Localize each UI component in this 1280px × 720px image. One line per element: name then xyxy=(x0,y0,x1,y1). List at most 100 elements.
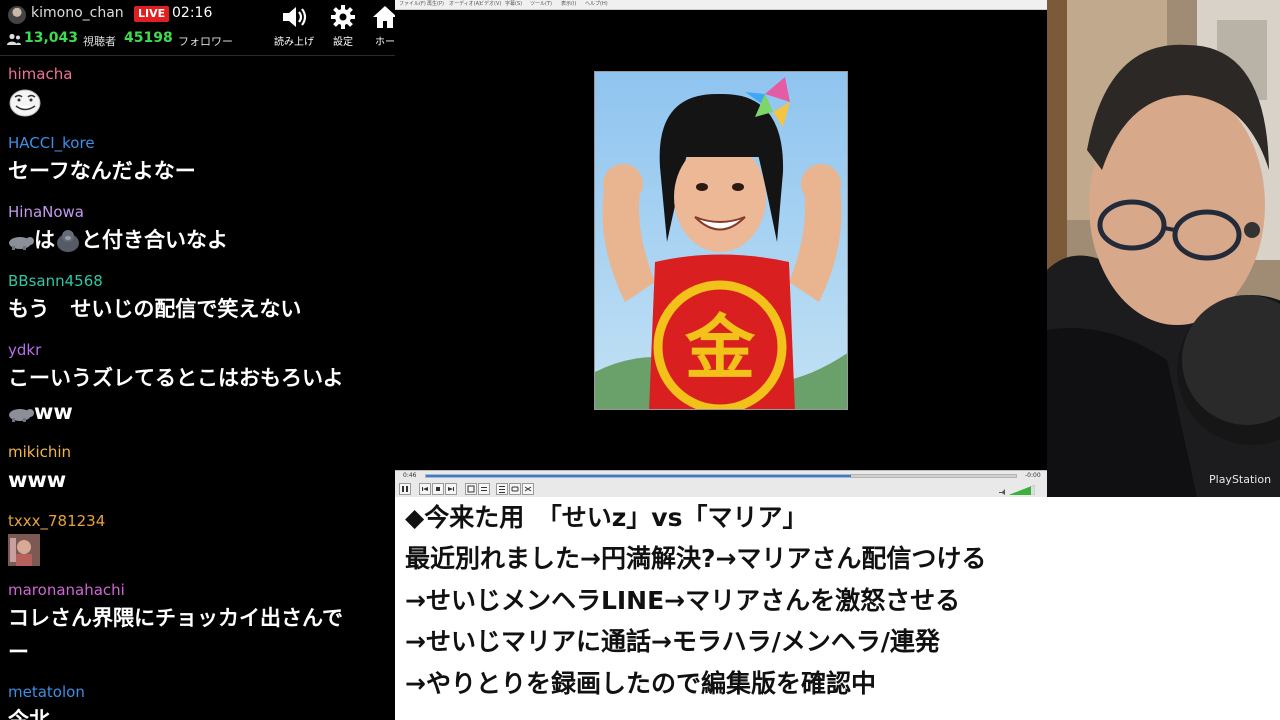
menu-item[interactable]: 表示(I) xyxy=(561,1,576,8)
sliders-icon xyxy=(481,487,487,491)
viewers-icon xyxy=(7,33,21,45)
video-player[interactable]: ファイル(F) 再生(P) オーディオ(A) ビデオ(V) 字幕(S) ツール(… xyxy=(395,0,1047,497)
follower-label: フォロワー xyxy=(178,35,233,48)
previous-icon xyxy=(422,487,428,491)
photo-badge-text: 金 xyxy=(684,307,756,389)
hippo-emote-icon xyxy=(9,237,34,250)
chat-text xyxy=(8,532,387,566)
loop-button[interactable] xyxy=(509,483,521,495)
chat-text: 今北 xyxy=(8,708,50,720)
channel-name[interactable]: kimono_chan xyxy=(31,5,124,21)
caption-line: →せいじメンヘラLINE→マリアさんを激怒させる xyxy=(405,586,961,615)
chat-username[interactable]: metatolon xyxy=(8,681,387,703)
menu-item[interactable]: オーディオ(A) xyxy=(449,1,481,8)
settings-button[interactable]: 設定 xyxy=(326,4,360,48)
playlist-icon xyxy=(499,486,505,493)
read-aloud-label: 読み上げ xyxy=(274,37,314,48)
caption-panel: ◆今来た用 「せいz」vs「マリア」 最近別れました→円満解決?→マリアさん配信… xyxy=(395,497,1280,720)
pause-button[interactable] xyxy=(399,483,411,495)
elapsed-time: 02:16 xyxy=(172,5,213,21)
webcam-feed: PlayStation xyxy=(1047,0,1280,497)
caption-line: →せいじマリアに通話→モラハラ/メンヘラ/連発 xyxy=(405,627,940,656)
chat-text: www xyxy=(8,468,67,492)
caption-line: →やりとりを録画したので編集版を確認中 xyxy=(405,669,876,698)
chat-username[interactable]: BBsann4568 xyxy=(8,270,387,292)
thumbnail-emote-icon xyxy=(8,534,40,566)
chat-message: himacha xyxy=(0,63,395,132)
volume-icon xyxy=(999,489,1005,495)
previous-button[interactable] xyxy=(419,483,431,495)
chat-username[interactable]: HACCI_kore xyxy=(8,132,387,154)
menu-item[interactable]: ヘルプ(H) xyxy=(585,1,608,8)
caption-line: 最近別れました→円満解決?→マリアさん配信つける xyxy=(405,544,987,573)
playlist-button[interactable] xyxy=(496,483,508,495)
shuffle-icon xyxy=(524,486,532,492)
chat-text: コレさん界隈にチョッカイ出さんで xyxy=(8,606,343,630)
video-frame-photo: 金 xyxy=(594,71,848,410)
chat-message: HinaNowa は と付き合いなよ xyxy=(0,201,395,270)
menu-item[interactable]: ファイル(F) xyxy=(399,1,426,8)
chat-message: maronanahachi コレさん界隈にチョッカイ出さんで ー xyxy=(0,579,395,681)
live-badge: LIVE xyxy=(134,6,170,22)
gorilla-emote-icon xyxy=(57,230,79,252)
face-emote-icon xyxy=(9,89,41,117)
seek-bar[interactable] xyxy=(425,474,1017,478)
chat-username[interactable]: ydkr xyxy=(8,339,387,361)
chat-message: BBsann4568 もう せいじの配信で笑えない xyxy=(0,270,395,339)
chat-username[interactable]: maronanahachi xyxy=(8,579,387,601)
chat-username[interactable]: mikichin xyxy=(8,441,387,463)
hippo-emote-icon xyxy=(9,409,34,422)
menu-item[interactable]: 字幕(S) xyxy=(505,1,522,8)
next-icon xyxy=(448,487,454,491)
chat-username[interactable]: himacha xyxy=(8,63,387,85)
follower-count: 45198 xyxy=(124,30,173,46)
read-aloud-button[interactable]: 読み上げ xyxy=(272,4,316,48)
chat-message: ydkr こーいうズレてるとこはおもろいよ ww xyxy=(0,339,395,441)
stop-icon xyxy=(436,487,440,491)
fullscreen-icon xyxy=(467,485,475,493)
chat-list[interactable]: himacha HACCI_kore セーフなんだよなー HinaNowa は … xyxy=(0,63,395,720)
speaker-icon xyxy=(283,7,307,27)
loop-icon xyxy=(511,486,519,492)
volume-slider[interactable] xyxy=(999,485,1035,495)
chat-text: もう せいじの配信で笑えない xyxy=(8,297,302,321)
fullscreen-button[interactable] xyxy=(465,483,477,495)
chat-text-part: ww xyxy=(34,400,73,424)
extended-settings-button[interactable] xyxy=(478,483,490,495)
chat-message: mikichin www xyxy=(0,441,395,510)
chat-panel: kimono_chan LIVE 02:16 13,043 視聴者 45198 … xyxy=(0,0,395,720)
menu-item[interactable]: ツール(T) xyxy=(530,1,552,8)
home-button[interactable]: ホー xyxy=(368,4,395,48)
home-label: ホー xyxy=(375,37,395,48)
caption-line: ◆今来た用 「せいz」vs「マリア」 xyxy=(405,503,808,532)
chat-message: txxx_781234 xyxy=(0,510,395,579)
chat-text xyxy=(8,85,387,119)
playstation-logo-text: PlayStation xyxy=(1209,473,1271,486)
shuffle-button[interactable] xyxy=(522,483,534,495)
chat-text-part: と付き合いなよ xyxy=(81,228,228,252)
chat-username[interactable]: HinaNowa xyxy=(8,201,387,223)
viewer-count: 13,043 xyxy=(24,30,79,46)
chat-text: は と付き合いなよ xyxy=(8,223,387,257)
home-icon xyxy=(373,6,395,28)
settings-label: 設定 xyxy=(333,37,353,48)
next-button[interactable] xyxy=(445,483,457,495)
player-menu-bar: ファイル(F) 再生(P) オーディオ(A) ビデオ(V) 字幕(S) ツール(… xyxy=(395,0,1047,10)
chat-message: HACCI_kore セーフなんだよなー xyxy=(0,132,395,201)
chat-username[interactable]: txxx_781234 xyxy=(8,510,387,532)
gear-icon xyxy=(331,5,355,29)
menu-item[interactable]: 再生(P) xyxy=(427,1,444,8)
chat-header: kimono_chan LIVE 02:16 13,043 視聴者 45198 … xyxy=(0,0,395,56)
chat-text-continued: ww xyxy=(8,395,387,429)
stop-button[interactable] xyxy=(432,483,444,495)
pause-icon xyxy=(402,486,408,492)
channel-avatar[interactable] xyxy=(8,6,26,24)
remaining-time: -0:00 xyxy=(1025,472,1041,479)
chat-text: こーいうズレてるとこはおもろいよ xyxy=(8,366,344,390)
chat-text-part: は xyxy=(34,228,55,252)
menu-item[interactable]: ビデオ(V) xyxy=(479,1,501,8)
current-time: 0:46 xyxy=(403,472,417,479)
player-controls: 0:46 -0:00 xyxy=(395,470,1047,497)
viewer-label: 視聴者 xyxy=(83,35,116,48)
chat-message: metatolon 今北 xyxy=(0,681,395,720)
